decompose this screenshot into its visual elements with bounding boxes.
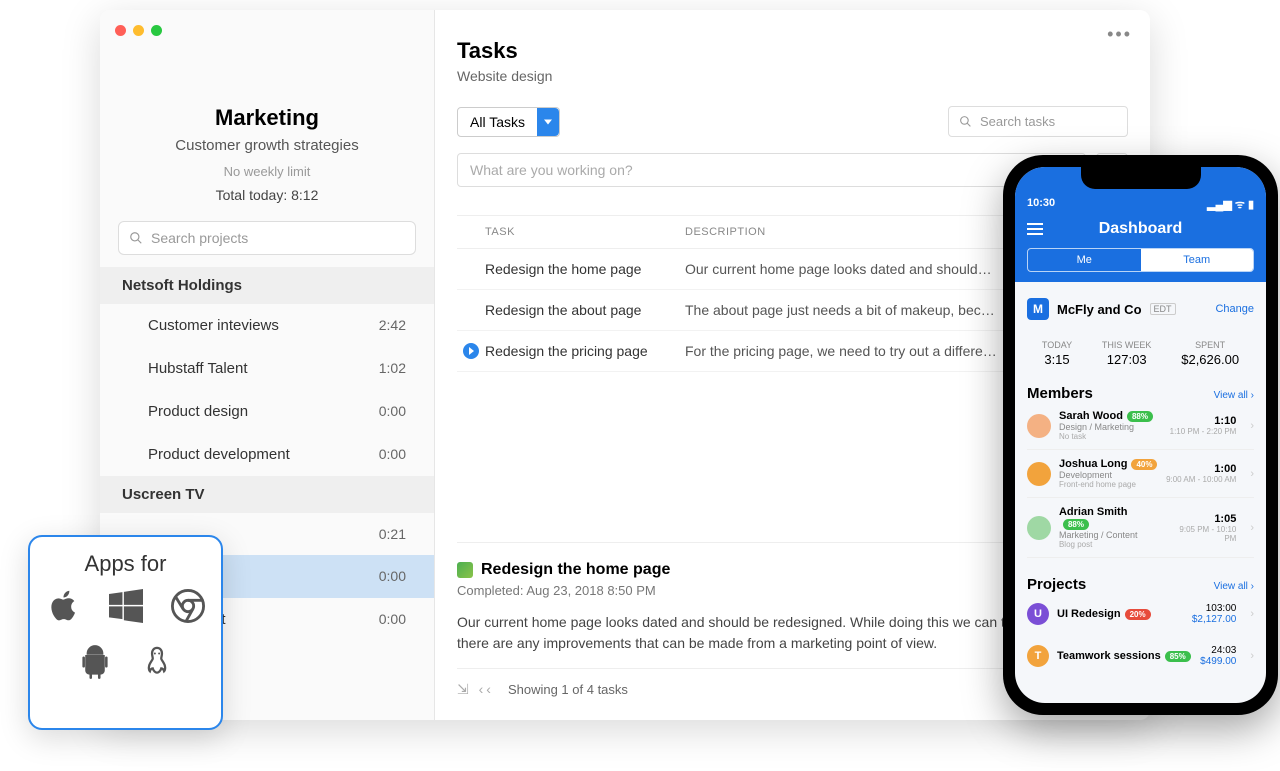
breadcrumb: Website design — [457, 68, 1128, 84]
member-time: 1:05 — [1165, 513, 1236, 525]
desktop-window: ••• Marketing Customer growth strategies… — [100, 10, 1150, 720]
member-role: Marketing / Content — [1059, 530, 1157, 540]
member-range: 9:00 AM - 10:00 AM — [1166, 475, 1236, 484]
activity-pill: 20% — [1125, 609, 1151, 620]
avatar — [1027, 414, 1051, 438]
member-row[interactable]: Sarah Wood88% Design / Marketing No task… — [1027, 402, 1254, 450]
phone-clock: 10:30 — [1027, 197, 1055, 212]
weekly-limit-label: No weekly limit — [100, 164, 434, 179]
member-name: Joshua Long40% — [1059, 458, 1157, 470]
phone-mockup: 10:30 ▂▄▆ ᯤ ▮ Dashboard Me Team M McFly … — [1003, 155, 1278, 715]
member-task: Front-end home page — [1059, 480, 1157, 489]
member-name: Adrian Smith88% — [1059, 506, 1157, 530]
project-cost: $499.00 — [1200, 656, 1236, 667]
project-row[interactable]: Customer inteviews2:42 — [100, 304, 434, 347]
org-name: McFly and Co — [1057, 302, 1142, 317]
org-badge: M — [1027, 298, 1049, 320]
phone-title: Dashboard — [1053, 220, 1228, 238]
project-name: Teamwork sessions85% — [1057, 650, 1191, 662]
viewall-projects[interactable]: View all › — [1214, 581, 1254, 592]
search-tasks-input[interactable]: Search tasks — [948, 106, 1128, 137]
window-menu-icon[interactable]: ••• — [1107, 24, 1132, 45]
member-name: Sarah Wood88% — [1059, 410, 1153, 422]
search-projects-input[interactable]: Search projects — [118, 221, 416, 255]
project-row[interactable]: Product development0:00 — [100, 433, 434, 476]
maximize-icon[interactable] — [151, 25, 162, 36]
chrome-icon[interactable] — [171, 589, 205, 623]
member-time: 1:00 — [1166, 463, 1236, 475]
member-task: No task — [1059, 432, 1153, 441]
avatar — [1027, 516, 1051, 540]
windows-icon[interactable] — [109, 589, 143, 623]
sidebar-subtitle: Customer growth strategies — [100, 137, 434, 154]
project-row[interactable]: Product design0:00 — [100, 390, 434, 433]
tab-team[interactable]: Team — [1141, 249, 1254, 271]
chevron-right-icon: › — [1250, 522, 1254, 534]
project-time: 103:00 — [1192, 603, 1237, 614]
member-range: 1:10 PM - 2:20 PM — [1170, 427, 1237, 436]
chevron-right-icon: › — [1250, 468, 1254, 480]
minimize-icon[interactable] — [133, 25, 144, 36]
member-row[interactable]: Adrian Smith88% Marketing / Content Blog… — [1027, 498, 1254, 558]
phone-notch — [1081, 167, 1201, 189]
hamburger-icon[interactable] — [1027, 223, 1043, 235]
play-icon[interactable] — [463, 343, 479, 359]
member-task: Blog post — [1059, 540, 1157, 549]
project-row[interactable]: T Teamwork sessions85% 24:03 $499.00 › — [1027, 635, 1254, 677]
activity-pill: 88% — [1127, 411, 1153, 422]
activity-pill: 85% — [1165, 651, 1191, 662]
phone-screen: 10:30 ▂▄▆ ᯤ ▮ Dashboard Me Team M McFly … — [1015, 167, 1266, 703]
change-link[interactable]: Change — [1215, 303, 1254, 315]
close-icon[interactable] — [115, 25, 126, 36]
pager-icons[interactable]: ⇲ ‹‹ — [457, 681, 494, 698]
recycle-icon — [457, 562, 473, 578]
sidebar-title: Marketing — [100, 105, 434, 131]
org-row[interactable]: M McFly and Co EDT Change — [1027, 292, 1254, 326]
search-icon — [959, 115, 972, 128]
project-name: UI Redesign20% — [1057, 608, 1151, 620]
activity-pill: 88% — [1063, 519, 1089, 530]
chevron-right-icon: › — [1250, 420, 1254, 432]
member-role: Development — [1059, 470, 1157, 480]
projects-heading: Projects — [1027, 576, 1086, 593]
traffic-lights[interactable] — [115, 25, 162, 36]
apps-title: Apps for — [44, 551, 207, 577]
members-heading: Members — [1027, 385, 1093, 402]
activity-pill: 40% — [1131, 459, 1157, 470]
android-icon[interactable] — [78, 645, 112, 679]
project-row[interactable]: Hubstaff Talent1:02 — [100, 347, 434, 390]
page-title: Tasks — [457, 38, 1128, 64]
group-header-netsoft[interactable]: Netsoft Holdings — [100, 267, 434, 304]
member-range: 9:05 PM - 10:10 PM — [1165, 525, 1236, 543]
project-time: 24:03 — [1200, 645, 1236, 656]
col-task: TASK — [485, 226, 685, 238]
search-placeholder: Search projects — [151, 230, 248, 246]
tab-me[interactable]: Me — [1028, 249, 1141, 271]
new-task-input[interactable]: What are you working on? — [457, 153, 1086, 187]
member-time: 1:10 — [1170, 415, 1237, 427]
project-badge: U — [1027, 603, 1049, 625]
search-icon — [129, 231, 143, 245]
avatar — [1027, 462, 1051, 486]
total-today-label: Total today: 8:12 — [100, 187, 434, 203]
project-row[interactable]: U UI Redesign20% 103:00 $2,127.00 › — [1027, 593, 1254, 635]
chevron-right-icon: › — [1250, 650, 1254, 662]
project-cost: $2,127.00 — [1192, 614, 1237, 625]
apps-card: Apps for — [28, 535, 223, 730]
chevron-right-icon: › — [1250, 608, 1254, 620]
task-filter-dropdown[interactable]: All Tasks — [457, 107, 560, 137]
stats-row: TODAY3:15 THIS WEEK127:03 SPENT$2,626.00 — [1027, 340, 1254, 367]
group-header-uscreen[interactable]: Uscreen TV — [100, 476, 434, 513]
member-row[interactable]: Joshua Long40% Development Front-end hom… — [1027, 450, 1254, 498]
timezone-badge: EDT — [1150, 303, 1176, 315]
viewall-members[interactable]: View all › — [1214, 390, 1254, 401]
member-role: Design / Marketing — [1059, 422, 1153, 432]
footer-status: Showing 1 of 4 tasks — [508, 682, 628, 697]
segment-control[interactable]: Me Team — [1027, 248, 1254, 272]
linux-icon[interactable] — [140, 645, 174, 679]
apple-icon[interactable] — [47, 589, 81, 623]
status-icons: ▂▄▆ ᯤ ▮ — [1207, 197, 1254, 212]
project-badge: T — [1027, 645, 1049, 667]
